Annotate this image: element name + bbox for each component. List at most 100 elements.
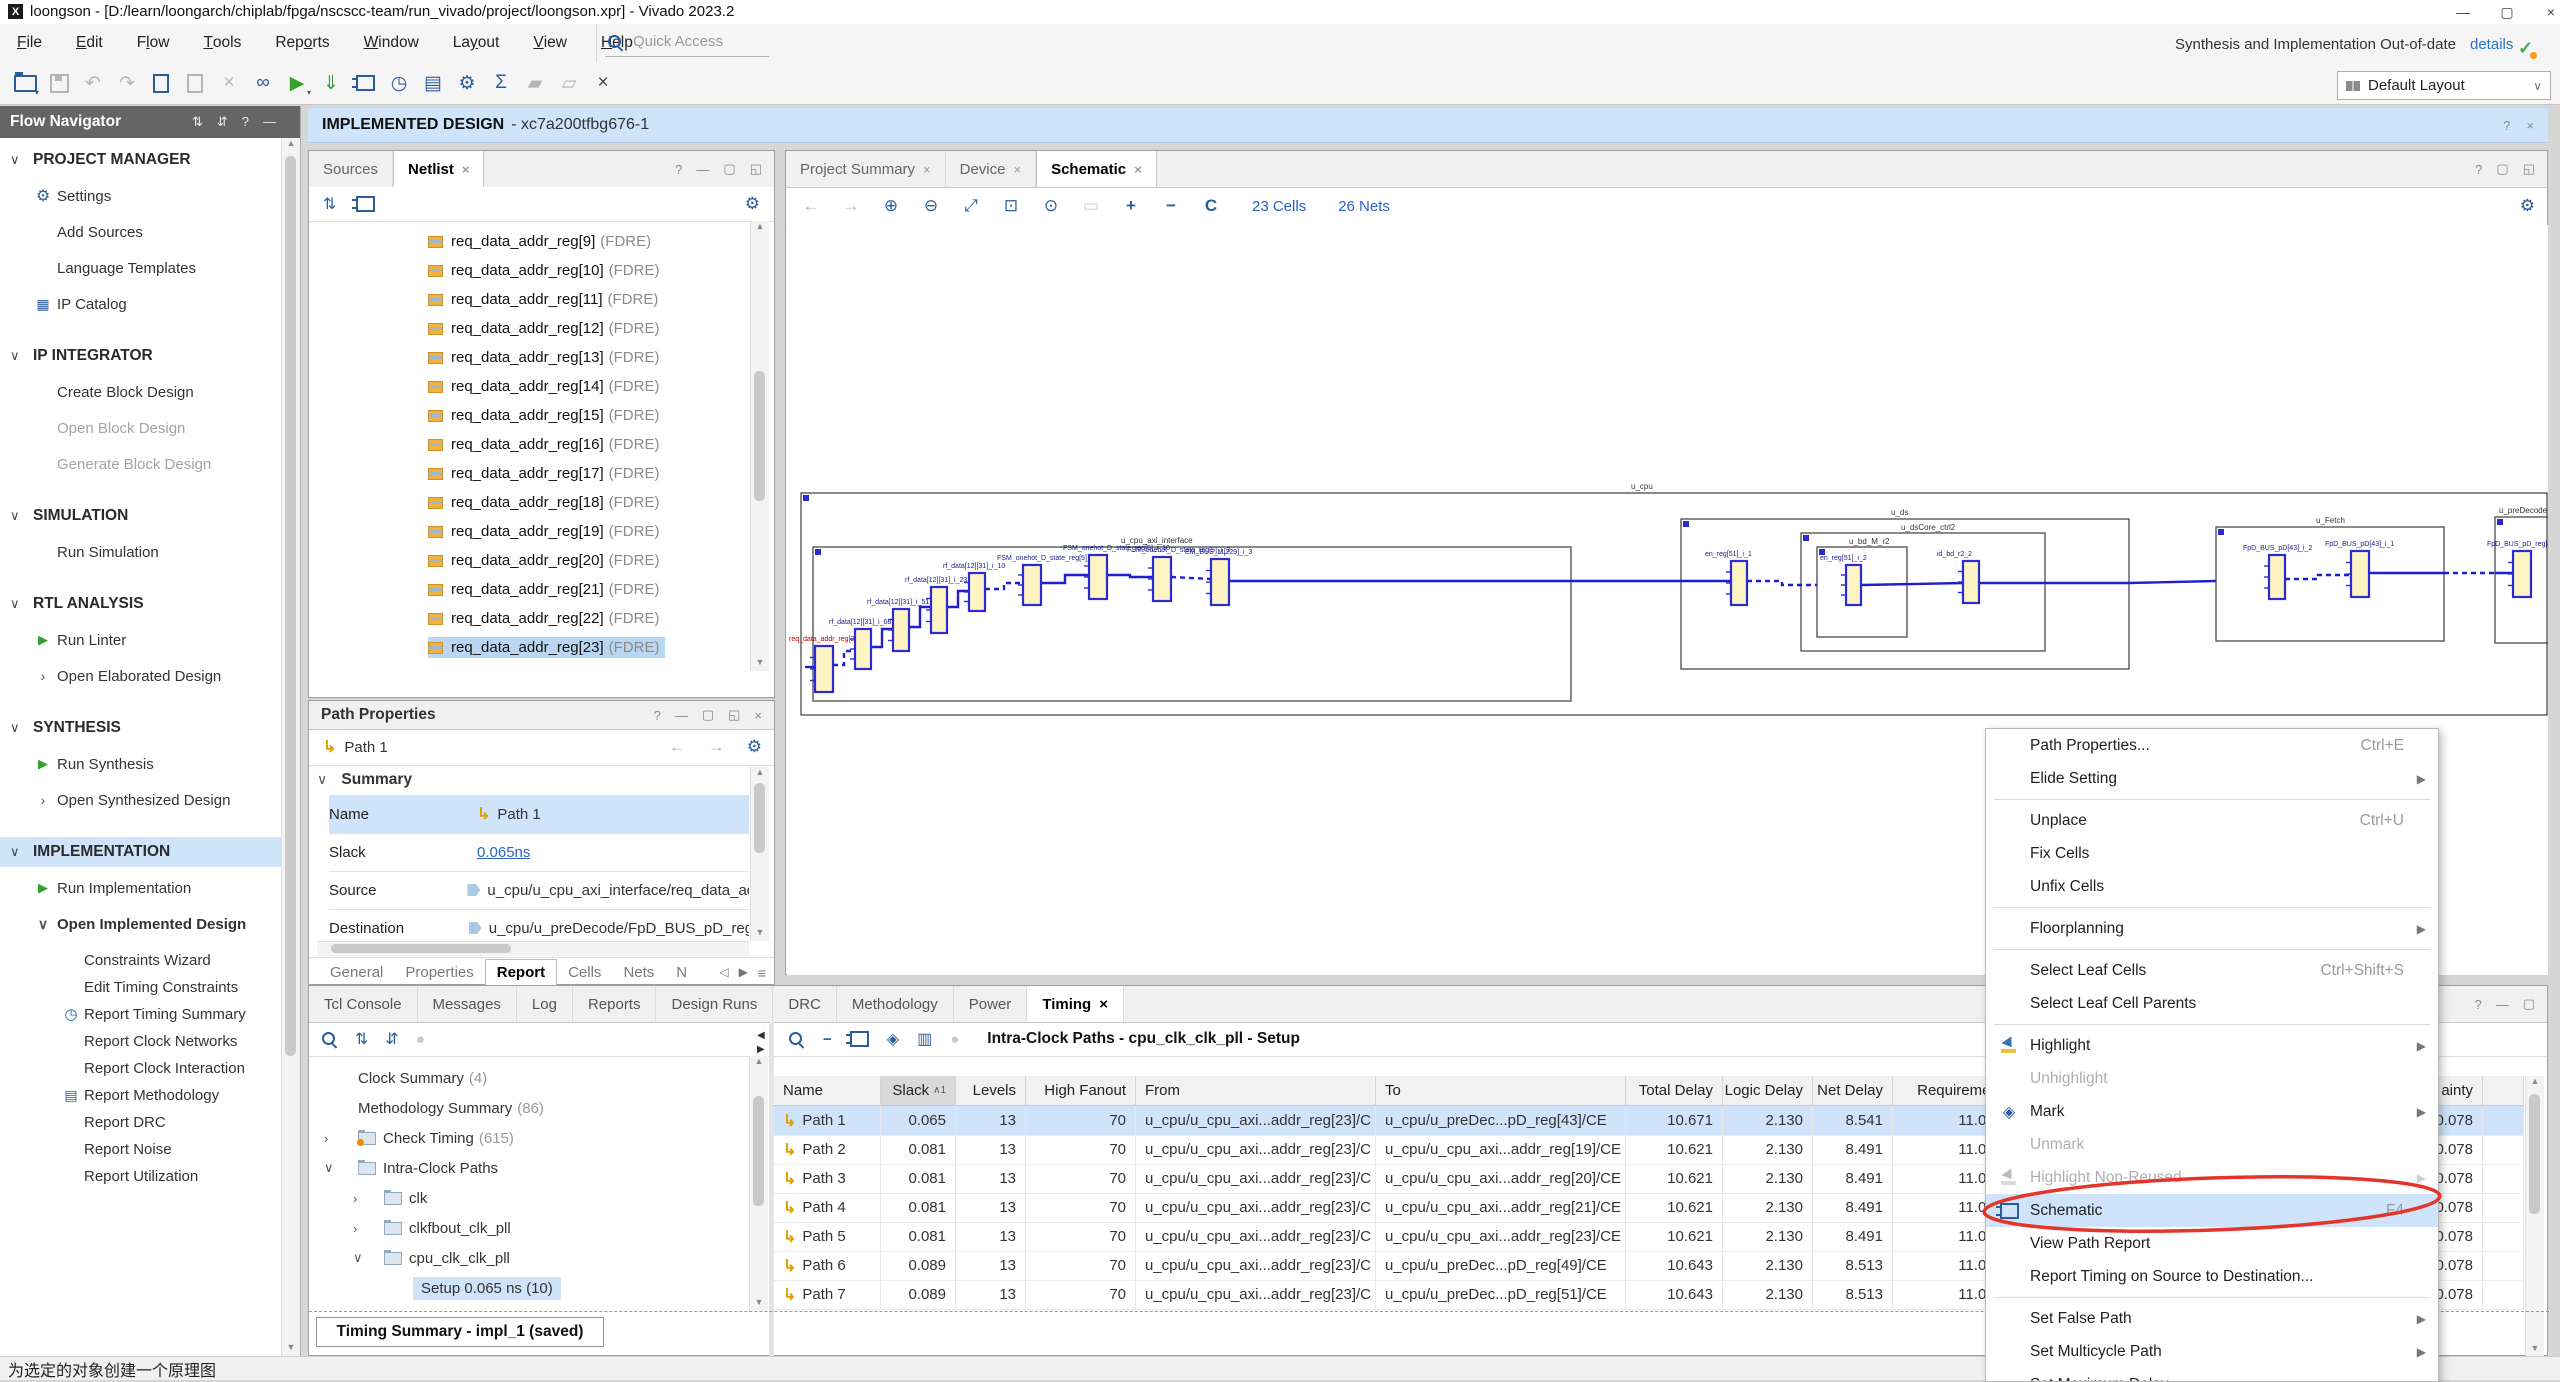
schematic-cell[interactable]	[2513, 551, 2531, 597]
netlist-scrollbar[interactable]: ▲▼	[750, 221, 769, 671]
schematic-cell[interactable]	[2351, 551, 2369, 597]
tab-schematic[interactable]: Schematic×	[1036, 151, 1157, 187]
forward-icon[interactable]: →	[838, 193, 864, 219]
schematic-wire[interactable]	[2129, 581, 2216, 583]
menu-layout[interactable]: Layout	[436, 24, 517, 62]
netlist-item[interactable]: req_data_addr_reg[18](FDRE)	[309, 488, 749, 517]
step-icon[interactable]: ⇓	[314, 68, 348, 98]
copy-icon[interactable]	[144, 68, 178, 98]
help-icon[interactable]: ?	[2474, 997, 2481, 1012]
property-row-slack[interactable]: Slack0.065ns	[329, 833, 749, 872]
tab-power[interactable]: Power	[954, 986, 1028, 1022]
float-panel-icon[interactable]: ◱	[2523, 161, 2535, 177]
property-row-source[interactable]: Sourceu_cpu/u_cpu_axi_interface/req_data…	[329, 871, 749, 910]
menu-reports[interactable]: Reports	[258, 24, 346, 62]
flow-item-add-sources[interactable]: Add Sources	[0, 217, 281, 247]
back-icon[interactable]: ←	[798, 193, 824, 219]
schematic-cell[interactable]	[2269, 555, 2285, 599]
tab-sources[interactable]: Sources	[309, 151, 393, 187]
minimize-panel-icon[interactable]: —	[2496, 997, 2509, 1012]
settings-gear-icon[interactable]: ⚙	[2520, 196, 2535, 216]
schematic-wire[interactable]	[1862, 583, 1963, 585]
report-methodology-icon[interactable]: ▤	[416, 68, 450, 98]
chevron-down-icon[interactable]: ∨	[353, 1250, 363, 1266]
cells-count[interactable]: 23 Cells	[1252, 198, 1306, 215]
chevron-right-icon[interactable]: ›	[353, 1221, 357, 1236]
nets-count[interactable]: 26 Nets	[1338, 198, 1390, 215]
schematic-group[interactable]	[1681, 519, 2129, 669]
flow-item-open-elaborated-design[interactable]: ›Open Elaborated Design	[0, 661, 281, 691]
expand-all-icon[interactable]: ⇵	[385, 1029, 398, 1049]
timing-tree-item[interactable]: ›clkfbout_clk_pll	[309, 1213, 749, 1243]
maximize-panel-icon[interactable]: ▢	[723, 161, 735, 177]
zoom-fit-icon[interactable]: ⤢	[958, 193, 984, 219]
schematic-cell[interactable]	[815, 646, 833, 692]
search-icon[interactable]	[321, 1031, 338, 1048]
flow-item-report-clock-interaction[interactable]: Report Clock Interaction	[0, 1053, 281, 1083]
menu-item-elide-setting[interactable]: Elide Setting▶	[1986, 762, 2438, 795]
close-icon[interactable]: ×	[462, 162, 470, 177]
schematic-cell[interactable]	[1153, 557, 1171, 601]
search-icon[interactable]	[788, 1031, 805, 1048]
menu-item-set-multicycle-path[interactable]: Set Multicycle Path▶	[1986, 1335, 2438, 1368]
netlist-item[interactable]: req_data_addr_reg[17](FDRE)	[309, 459, 749, 488]
help-icon[interactable]: ?	[2503, 118, 2510, 133]
pp-tab-report[interactable]: Report	[485, 959, 557, 987]
menu-edit[interactable]: Edit	[59, 24, 120, 62]
report-timing-icon[interactable]: ◷	[382, 68, 416, 98]
minimize-panel-icon[interactable]: —	[675, 708, 688, 723]
add-icon[interactable]: +	[1118, 193, 1144, 219]
flow-item-run-synthesis[interactable]: ▶Run Synthesis	[0, 749, 281, 779]
sigma-icon[interactable]: Σ	[484, 68, 518, 98]
delete-icon[interactable]: ×	[212, 68, 246, 98]
menu-tools[interactable]: Tools	[186, 24, 258, 62]
close-icon[interactable]: ×	[923, 162, 931, 177]
close-icon[interactable]: ×	[1099, 996, 1108, 1013]
schematic-group[interactable]	[813, 547, 1571, 701]
menu-item-path-properties-[interactable]: Path Properties...Ctrl+E	[1986, 729, 2438, 762]
splitter-left-icon[interactable]: ◀	[757, 1030, 765, 1041]
column-header-High Fanout[interactable]: High Fanout	[1026, 1076, 1136, 1106]
menu-item-view-path-report[interactable]: View Path Report	[1986, 1227, 2438, 1260]
cancel-icon[interactable]: ×	[586, 68, 620, 98]
settings-gear-icon[interactable]: ⚙	[450, 68, 484, 98]
menu-view[interactable]: View	[516, 24, 584, 62]
maximize-panel-icon[interactable]: ▢	[2496, 161, 2508, 177]
menu-item-unfix-cells[interactable]: Unfix Cells	[1986, 870, 2438, 903]
flow-item-settings[interactable]: ⚙Settings	[0, 181, 281, 211]
chevron-down-icon[interactable]: ∨	[324, 1160, 334, 1176]
schematic-wire[interactable]	[871, 629, 893, 647]
flow-section-simulation[interactable]: ∨SIMULATION	[0, 501, 281, 531]
goto-schematic-icon[interactable]	[348, 68, 382, 98]
column-header-To[interactable]: To	[1376, 1076, 1626, 1106]
layout-select[interactable]: Default Layout ∨	[2337, 71, 2551, 100]
tab-netlist[interactable]: Netlist×	[393, 151, 484, 187]
menu-file[interactable]: File	[0, 24, 59, 62]
minimize-panel-icon[interactable]: —	[696, 162, 709, 177]
timing-tree-item[interactable]: Methodology Summary(86)	[309, 1093, 749, 1123]
zoom-out-icon[interactable]: ⊖	[918, 193, 944, 219]
flow-item-ip-catalog[interactable]: ▦IP Catalog	[0, 289, 281, 319]
flow-item-report-noise[interactable]: Report Noise	[0, 1134, 281, 1164]
next-arrow-icon[interactable]: →	[708, 737, 725, 757]
close-icon[interactable]: ×	[1134, 162, 1142, 177]
redo-icon[interactable]: ↷	[110, 68, 144, 98]
column-header-From[interactable]: From	[1136, 1076, 1376, 1106]
flow-item-report-methodology[interactable]: ▤Report Methodology	[0, 1080, 281, 1110]
schematic-wire[interactable]	[1041, 575, 1089, 583]
schematic-cell[interactable]	[855, 629, 871, 669]
timing-tree-item[interactable]: ∨Intra-Clock Paths	[309, 1153, 749, 1183]
tab-list-icon[interactable]: ≡	[758, 965, 766, 981]
schematic-cell[interactable]	[1023, 565, 1041, 605]
maximize-panel-icon[interactable]: ▢	[702, 707, 714, 723]
settings-gear-icon[interactable]: ⚙	[747, 737, 762, 757]
flow-item-run-linter[interactable]: ▶Run Linter	[0, 625, 281, 655]
flow-item-report-clock-networks[interactable]: Report Clock Networks	[0, 1026, 281, 1056]
flow-section-rtl-analysis[interactable]: ∨RTL ANALYSIS	[0, 589, 281, 619]
netlist-item[interactable]: req_data_addr_reg[11](FDRE)	[309, 285, 749, 314]
timing-tree-scrollbar[interactable]: ▲▼	[749, 1056, 768, 1311]
chevron-down-icon[interactable]: ∨	[317, 771, 327, 787]
run-icon[interactable]: ▶▾	[280, 68, 314, 98]
property-row-name[interactable]: Name↳Path 1	[329, 795, 749, 834]
schematic-icon[interactable]	[356, 196, 375, 212]
